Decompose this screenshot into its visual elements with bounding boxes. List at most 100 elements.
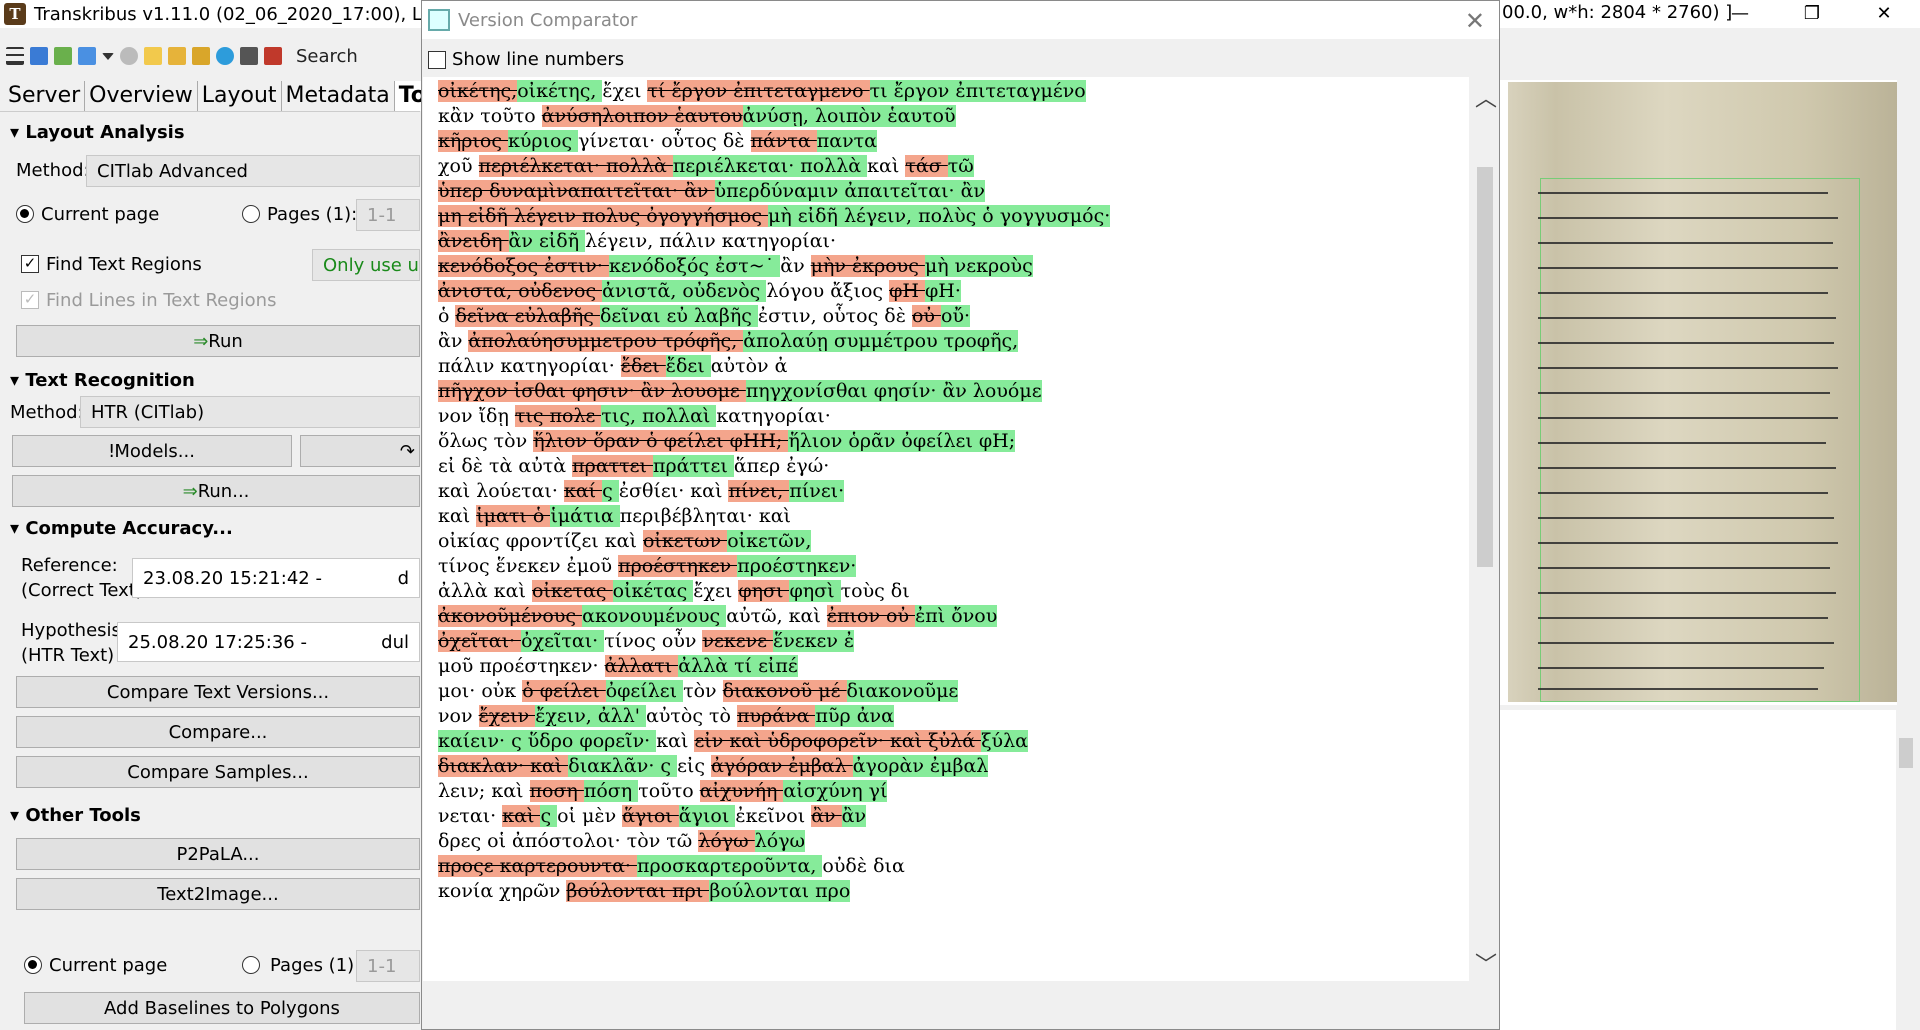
menu-icon[interactable] [6,47,24,65]
image-canvas[interactable] [1500,80,1912,705]
inserted-text: διακονοῦμε [846,680,959,702]
refresh-icon[interactable] [216,47,234,65]
close-window-button[interactable]: ✕ [1848,0,1920,28]
ot-pages-input[interactable]: 1-1 [356,950,420,982]
deleted-text: προςε καρτερουντα· [438,855,637,877]
unchanged-text: οὐδὲ δια [822,855,905,877]
diff-line: πῆγχον ἰσθαι φησιν· ἂν λουομε πηγχονίσθα… [438,379,1042,404]
users-icon[interactable] [240,47,258,65]
text2image-button[interactable]: Text2Image... [16,878,420,910]
deleted-text: ἀπολαύησυμμετρου τρόφῆς, [468,330,744,352]
deleted-text: κενόδοξος ἐστιν· [438,255,609,277]
inserted-text: ἂν εἰδῆ [508,230,586,252]
deleted-text: πίνει, [728,480,790,502]
folder-icon[interactable] [144,47,162,65]
inserted-text: μὴ εἰδῆ λέγειν, πολὺς ὁ γογγυσμός· [768,205,1111,227]
restore-button[interactable]: ❐ [1776,0,1848,28]
tab-metadata[interactable]: Metadata [282,80,395,111]
htr-run-button[interactable]: ⇒ Run... [12,475,420,507]
image-scrollbar[interactable] [1897,80,1915,705]
inserted-text: τῶ [947,155,974,177]
p2pala-button[interactable]: P2PaLA... [16,838,420,870]
folder-add-icon[interactable] [168,47,186,65]
inserted-text: οἰκέτης, [517,80,603,102]
unchanged-text: αὐτῶ, καὶ [726,605,827,627]
info-icon[interactable] [120,47,138,65]
editor-scrollbar[interactable] [1896,710,1916,990]
layout-analysis-title: Layout Analysis [25,122,185,143]
deleted-text: ἔδει [620,355,666,377]
dialog-scrollbar[interactable]: ︿ ﹀ [1471,77,1499,981]
htr-method-label: Method: [10,402,84,423]
transcription-editor[interactable] [1500,710,1896,1030]
minimize-button[interactable]: — [1704,0,1776,28]
diff-text-area[interactable]: οἰκέτης,οἰκέτης, ἔχει τί ἔργον ἐπιτεταγμ… [423,77,1469,981]
pen-icon[interactable] [30,47,48,65]
diff-line: τίνος ἕνεκεν ἐμοῦ προέστηκεν προέστηκεν· [438,554,857,579]
disk-icon[interactable] [264,47,282,65]
ot-pages-label: Pages (1): [270,955,361,976]
dialog-scroll-thumb[interactable] [1477,167,1493,567]
diff-line: κἂν τοῦτο ἀνύσηλοιπον ἑαυτουἀνύσῃ, λοιπὸ… [438,104,956,129]
inserted-text: μὴ νεκροὺς [924,255,1033,277]
diff-line: οἰκέτης,οἰκέτης, ἔχει τί ἔργον ἐπιτεταγμ… [438,79,1086,104]
dropdown-icon[interactable] [102,52,114,60]
show-line-numbers-row[interactable]: Show line numbers [428,49,624,70]
deleted-text: ἀκονοῦμένους [438,605,583,627]
tab-layout[interactable]: Layout [198,80,282,111]
window-icon[interactable] [78,47,96,65]
la-method-select[interactable]: CITlab Advanced [86,155,420,187]
ot-current-page-label: Current page [49,955,168,976]
htr-extra-button[interactable]: ↷ [300,435,420,467]
compute-accuracy-title: Compute Accuracy... [25,518,233,539]
unchanged-text: περιβέβληται· καὶ [619,505,791,527]
unchanged-text: ἔχει [602,80,648,102]
show-line-numbers-checkbox[interactable] [428,50,446,69]
la-run-button[interactable]: ⇒ Run [16,325,420,357]
la-pages-input[interactable]: 1-1 [356,199,420,231]
compare-samples-button[interactable]: Compare Samples... [16,756,420,788]
compare-text-versions-button[interactable]: Compare Text Versions... [16,676,420,708]
unchanged-text: ἂν [780,255,811,277]
models-button[interactable]: ǃ Models... [12,435,292,467]
dialog-close-icon[interactable]: ✕ [1465,7,1485,35]
find-text-regions-checkbox[interactable]: ✓ [21,255,39,273]
inserted-text: πόση [583,780,639,802]
inserted-text: ἔδει [665,355,711,377]
other-tools-section-toggle[interactable]: ▾ Other Tools [10,805,141,826]
handwriting-line [1538,542,1838,544]
diff-line: κενόδοξος ἐστιν· κενόδοξός ἐστ~˙ ἂν μὴν … [438,254,1033,279]
tab-server[interactable]: Server [4,80,86,111]
handwriting-line [1538,242,1833,244]
unchanged-text: νεται· [438,805,503,827]
add-baselines-button[interactable]: Add Baselines to Polygons [24,992,420,1024]
image-icon[interactable] [54,47,72,65]
scroll-down-icon[interactable]: ﹀ [1475,947,1497,979]
deleted-text: ἐπιον οὐ [826,605,916,627]
la-current-page-radio[interactable] [16,205,34,223]
htr-method-select[interactable]: HTR (CITlab) [80,396,420,428]
editor-scroll-thumb[interactable] [1899,738,1913,768]
text-recognition-section-toggle[interactable]: ▾ Text Recognition [10,370,195,391]
unchanged-text: καὶ [438,505,477,527]
ot-pages-radio[interactable] [242,956,260,974]
reference-select[interactable]: 23.08.20 15:21:42 - d [132,558,420,598]
folder-upload-icon[interactable] [192,47,210,65]
only-use-unset-toggle[interactable]: Only use uns [312,249,420,281]
layout-analysis-section-toggle[interactable]: ▾ Layout Analysis [10,122,185,143]
unchanged-text: ἐσθίει· καὶ [618,480,729,502]
tab-overview[interactable]: Overview [85,80,198,111]
handwriting-line [1538,492,1828,494]
ot-current-page-radio[interactable] [24,956,42,974]
compute-accuracy-section-toggle[interactable]: ▾ Compute Accuracy... [10,518,233,539]
la-pages-radio[interactable] [242,205,260,223]
inserted-text: φησὶ [789,580,841,602]
scroll-up-icon[interactable]: ︿ [1475,81,1497,113]
handwriting-line [1538,517,1834,519]
hypothesis-select[interactable]: 25.08.20 17:25:36 - dul [117,622,420,662]
inserted-text: ἀνιστᾶ, οὐδενὸς [602,280,767,302]
search-input[interactable]: Search [296,46,358,67]
unchanged-text: καὶ [656,730,695,752]
compare-button[interactable]: Compare... [16,716,420,748]
text-recognition-title: Text Recognition [25,370,195,391]
